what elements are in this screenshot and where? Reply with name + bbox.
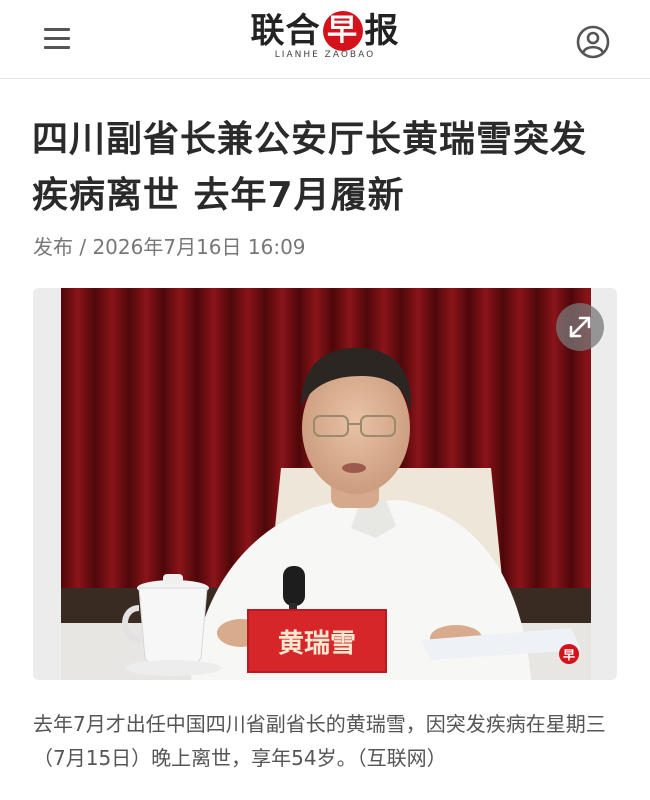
site-header: 联合早报 LIANHE ZAOBAO	[0, 0, 650, 79]
photo-watermark: 早	[563, 648, 575, 662]
logo-chinese: 联合早报	[250, 11, 400, 51]
expand-icon	[569, 316, 591, 338]
expand-image-button[interactable]	[556, 303, 604, 351]
article-title: 四川副省长兼公安厅长黄瑞雪突发疾病离世 去年7月履新	[32, 119, 588, 216]
article-figure: 黄瑞雪 早	[33, 288, 617, 680]
article-photo[interactable]: 黄瑞雪 早	[61, 288, 591, 680]
logo-zao-badge: 早	[322, 11, 363, 51]
image-caption: 去年7月才出任中国四川省副省长的黄瑞雪，因突发疾病在星期三（7月15日）晚上离世…	[33, 712, 606, 770]
nameplate-text: 黄瑞雪	[278, 629, 356, 659]
user-account-icon[interactable]	[576, 25, 610, 63]
publish-date: 发布 / 2026年7月16日 16:09	[33, 235, 306, 259]
hamburger-menu-icon[interactable]	[44, 28, 70, 50]
site-logo[interactable]: 联合早报 LIANHE ZAOBAO	[235, 10, 415, 70]
